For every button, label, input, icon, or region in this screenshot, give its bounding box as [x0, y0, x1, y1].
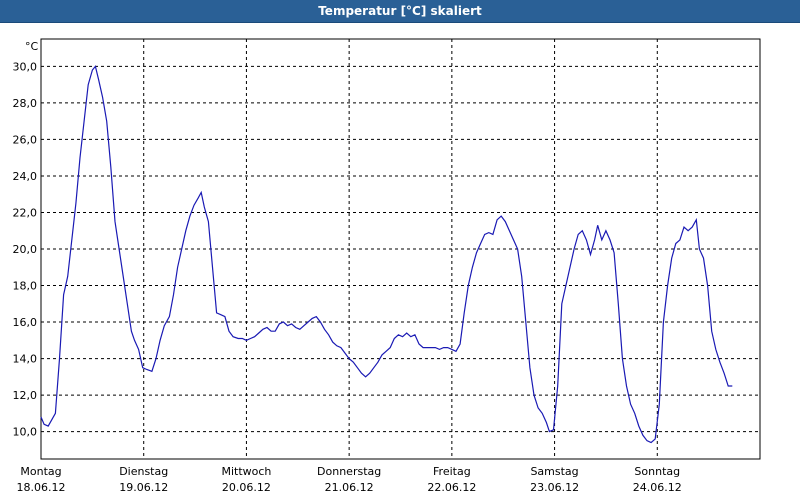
y-tick-label: 14,0: [13, 353, 38, 366]
plot-background: [40, 38, 761, 460]
x-tick-day: Donnerstag: [317, 465, 381, 478]
y-tick-label: 10,0: [13, 426, 38, 439]
y-tick-label: 28,0: [13, 97, 38, 110]
x-tick-date: 24.06.12: [633, 481, 682, 494]
x-tick-day: Samstag: [530, 465, 578, 478]
y-tick-label: 18,0: [13, 280, 38, 293]
temperature-chart: 10,0 12,0 14,0 16,0 18,0 20,0 22,0 24,0 26,0 28,0…: [13, 38, 761, 494]
y-tick-label: 30,0: [13, 60, 38, 73]
y-tick-label: 24,0: [13, 170, 38, 183]
chart-window: Temperatur [°C] skaliert 10,0 12,0 14,0 16,…: [0, 0, 800, 500]
x-tick-date: 19.06.12: [119, 481, 168, 494]
x-tick-date: 22.06.12: [427, 481, 476, 494]
x-tick-day: Montag: [20, 465, 61, 478]
x-tick-day: Sonntag: [634, 465, 680, 478]
x-tick-date: 20.06.12: [222, 481, 271, 494]
chart-title: Temperatur [°C] skaliert: [0, 0, 800, 23]
y-tick-labels: 10,0 12,0 14,0 16,0 18,0 20,0 22,0 24,0 26,0 28,0…: [13, 60, 38, 438]
x-tick-day: Mittwoch: [221, 465, 271, 478]
chart-area: 10,0 12,0 14,0 16,0 18,0 20,0 22,0 24,0 26,0 28,0…: [0, 22, 800, 500]
y-tick-label: 26,0: [13, 133, 38, 146]
x-tick-date: 21.06.12: [325, 481, 374, 494]
y-tick-label: 20,0: [13, 243, 38, 256]
x-tick-labels: Montag 18.06.12 Dienstag 19.06.12 Mittwoch 20…: [17, 465, 682, 494]
x-tick-day: Dienstag: [119, 465, 168, 478]
x-tick-date: 23.06.12: [530, 481, 579, 494]
x-tick-day: Freitag: [433, 465, 471, 478]
y-tick-label: 12,0: [13, 389, 38, 402]
y-tick-label: 16,0: [13, 316, 38, 329]
x-tick-date: 18.06.12: [17, 481, 66, 494]
y-unit-label: °C: [25, 40, 39, 53]
y-tick-label: 22,0: [13, 206, 38, 219]
